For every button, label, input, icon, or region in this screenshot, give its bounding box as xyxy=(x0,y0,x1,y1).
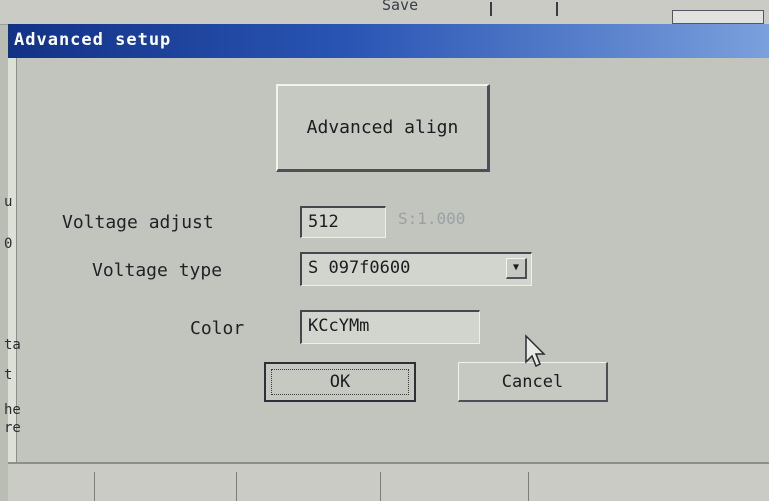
voltage-adjust-label: Voltage adjust xyxy=(62,212,214,233)
divider xyxy=(236,472,237,501)
focus-rect xyxy=(271,369,409,395)
edge-fragment: 0 xyxy=(4,236,13,252)
divider xyxy=(94,472,95,501)
edge-fragment: he xyxy=(4,402,21,418)
toolbar-separator xyxy=(490,2,492,16)
color-input[interactable]: KCcYMm xyxy=(300,310,480,344)
voltage-type-value: S 097f0600 xyxy=(308,258,411,278)
background-window-toolbar: Save xyxy=(0,0,769,25)
dialog-titlebar[interactable]: Advanced setup xyxy=(8,24,769,58)
chevron-down-icon[interactable]: ▼ xyxy=(506,258,527,279)
voltage-adjust-input[interactable]: 512 xyxy=(300,206,386,238)
background-save-label[interactable]: Save xyxy=(382,0,418,14)
background-text-field[interactable] xyxy=(672,10,764,24)
edge-fragment: u xyxy=(4,194,13,210)
ok-button[interactable]: OK xyxy=(264,362,416,402)
toolbar-separator xyxy=(556,2,558,16)
background-window-bottom xyxy=(8,462,769,501)
voltage-type-label: Voltage type xyxy=(92,260,223,281)
voltage-type-dropdown[interactable]: S 097f0600 ▼ xyxy=(300,252,532,286)
divider xyxy=(528,472,529,501)
edge-fragment: t xyxy=(4,367,13,383)
mouse-pointer-icon xyxy=(525,334,546,368)
color-label: Color xyxy=(190,318,245,339)
dialog-title: Advanced setup xyxy=(14,30,172,50)
edge-fragment: re xyxy=(4,420,21,436)
divider xyxy=(380,472,381,501)
edge-fragment: ta xyxy=(4,337,21,353)
voltage-scale-readout: S:1.000 xyxy=(398,209,466,228)
advanced-align-button[interactable]: Advanced align xyxy=(276,84,490,172)
